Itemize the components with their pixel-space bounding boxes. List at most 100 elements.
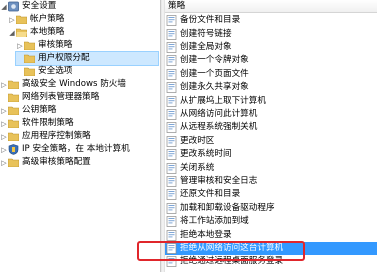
folder-icon <box>8 93 19 102</box>
policy-label: 创建一个令牌对象 <box>180 55 249 66</box>
policy-setting-icon <box>166 243 177 254</box>
policy-setting-icon <box>166 42 177 53</box>
policy-row[interactable]: 还原文件和目录 <box>165 188 377 201</box>
console-tree: ◢ 安全设置 ▷ 帐户策略 ◢ 本地策略 ▷ 审核策略 用户权限分配 安全选项 … <box>0 0 160 272</box>
policy-setting-icon <box>166 95 177 107</box>
tree-item-network-list-manager[interactable]: 网络列表管理器策略 <box>0 91 158 104</box>
policy-row[interactable]: 拒绝从网络访问这台计算机 <box>165 241 377 256</box>
policy-row[interactable]: 创建永久共享对象 <box>165 81 377 94</box>
policy-setting-icon <box>166 28 177 40</box>
policy-label: 还原文件和目录 <box>180 189 241 200</box>
folder-icon <box>8 132 19 141</box>
policy-label: 关闭系统 <box>180 162 215 173</box>
folder-icon <box>8 106 19 115</box>
tree-item-security-options[interactable]: 安全选项 <box>16 65 158 78</box>
collapsed-arrow-icon[interactable]: ▷ <box>0 117 8 130</box>
policy-row[interactable]: 从扩展坞上取下计算机 <box>165 94 377 107</box>
policy-setting-icon <box>166 109 177 120</box>
expanded-arrow-icon[interactable]: ◢ <box>8 26 16 39</box>
policy-label: 从网络访问此计算机 <box>180 108 258 119</box>
folder-icon <box>16 15 27 24</box>
folder-open-icon <box>16 28 27 37</box>
policy-label: 创建符号链接 <box>180 28 232 39</box>
policy-setting-icon <box>166 135 177 147</box>
tree-item-label: 安全设置 <box>22 1 57 11</box>
policy-label: 拒绝从网络访问这台计算机 <box>180 242 284 253</box>
policy-label: 从远程系统强制关机 <box>180 122 258 133</box>
policy-row[interactable]: 从网络访问此计算机 <box>165 108 377 121</box>
expanded-arrow-icon[interactable]: ◢ <box>0 0 8 13</box>
policy-row[interactable]: 加载和卸载设备驱动程序 <box>165 202 377 215</box>
tree-item-advanced-audit[interactable]: ▷ 高级审核策略配置 <box>0 156 158 169</box>
policy-label: 更改系统时间 <box>180 149 232 160</box>
policy-setting-icon <box>166 202 177 214</box>
policy-label: 创建一个页面文件 <box>180 68 249 79</box>
policy-label: 将工作站添加到域 <box>180 216 249 227</box>
collapsed-arrow-icon[interactable]: ▷ <box>0 143 8 156</box>
policy-row[interactable]: 拒绝通过远程桌面服务登录 <box>165 255 377 268</box>
collapsed-arrow-icon[interactable]: ▷ <box>0 104 8 117</box>
policy-setting-icon <box>166 176 177 187</box>
policy-row[interactable]: 创建全局对象 <box>165 41 377 54</box>
policy-setting-icon <box>166 216 177 228</box>
policy-row[interactable]: 更改系统时间 <box>165 148 377 161</box>
policy-setting-icon <box>166 149 177 161</box>
gear-icon <box>8 1 19 12</box>
tree-item-audit-policy[interactable]: ▷ 审核策略 <box>16 39 158 52</box>
tree-item-windows-firewall[interactable]: ▷ 高级安全 Windows 防火墙 <box>0 78 158 91</box>
folder-icon <box>8 158 19 167</box>
tree-item-label: 应用程序控制策略 <box>22 131 91 141</box>
tree-item-label: 用户权限分配 <box>38 53 90 63</box>
policy-row[interactable]: 将工作站添加到域 <box>165 215 377 228</box>
policy-row[interactable]: 备份文件和目录 <box>165 14 377 27</box>
policy-list: 策略 备份文件和目录 创建符号链接 创建全局对象创建一个令牌对象 创建一个页面文件创建… <box>165 0 377 272</box>
shield-icon <box>8 144 19 155</box>
policy-label: 备份文件和目录 <box>180 15 241 26</box>
policy-row[interactable]: 更改时区 <box>165 135 377 148</box>
tree-item-label: 软件限制策略 <box>22 118 74 128</box>
policy-label: 从扩展坞上取下计算机 <box>180 95 266 106</box>
policy-setting-icon <box>166 229 177 241</box>
policy-label: 拒绝本地登录 <box>180 229 232 240</box>
tree-item-application-control[interactable]: ▷ 应用程序控制策略 <box>0 130 158 143</box>
policy-row[interactable]: 关闭系统 <box>165 161 377 174</box>
tree-item-software-restriction[interactable]: ▷ 软件限制策略 <box>0 117 158 130</box>
collapsed-arrow-icon[interactable]: ▷ <box>16 39 24 52</box>
tree-item-label: 帐户策略 <box>30 14 65 24</box>
tree-item-user-rights-assignment[interactable]: 用户权限分配 <box>15 51 159 66</box>
policy-row[interactable]: 拒绝本地登录 <box>165 228 377 241</box>
column-header-label: 策略 <box>168 1 186 11</box>
tree-item-label: 高级审核策略配置 <box>22 157 91 167</box>
policy-row[interactable]: 创建符号链接 <box>165 27 377 40</box>
policy-setting-icon <box>166 162 177 174</box>
policy-label: 创建全局对象 <box>180 41 232 52</box>
tree-item-public-key-policies[interactable]: ▷ 公钥策略 <box>0 104 158 117</box>
collapsed-arrow-icon[interactable]: ▷ <box>8 13 16 26</box>
policy-setting-icon <box>166 82 177 94</box>
tree-item-label: 审核策略 <box>38 40 73 50</box>
folder-icon <box>8 80 19 89</box>
tree-item-security-settings[interactable]: ◢ 安全设置 <box>0 0 158 13</box>
tree-item-local-policies[interactable]: ◢ 本地策略 <box>8 26 158 39</box>
policy-row[interactable]: 创建一个令牌对象 <box>165 54 377 67</box>
policy-row[interactable]: 从远程系统强制关机 <box>165 121 377 134</box>
tree-item-ip-security[interactable]: ▷ IP 安全策略，在 本地计算机 <box>0 143 158 156</box>
collapsed-arrow-icon[interactable]: ▷ <box>0 130 8 143</box>
policy-row[interactable]: 创建一个页面文件 <box>165 68 377 81</box>
policy-setting-icon <box>166 15 177 27</box>
tree-item-account-policies[interactable]: ▷ 帐户策略 <box>8 13 158 26</box>
policy-setting-icon <box>166 68 177 80</box>
policy-label: 加载和卸载设备驱动程序 <box>180 202 275 213</box>
column-header-policy[interactable]: 策略 <box>165 0 377 13</box>
policy-row[interactable]: 管理审核和安全日志 <box>165 175 377 188</box>
policy-setting-icon <box>166 189 177 201</box>
policy-label: 更改时区 <box>180 135 215 146</box>
policy-setting-icon <box>166 256 177 268</box>
policy-label: 拒绝通过远程桌面服务登录 <box>180 256 284 267</box>
folder-icon <box>24 54 35 63</box>
policy-setting-icon <box>166 122 177 134</box>
folder-icon <box>24 67 35 76</box>
collapsed-arrow-icon[interactable]: ▷ <box>0 78 8 91</box>
collapsed-arrow-icon[interactable]: ▷ <box>0 156 8 169</box>
